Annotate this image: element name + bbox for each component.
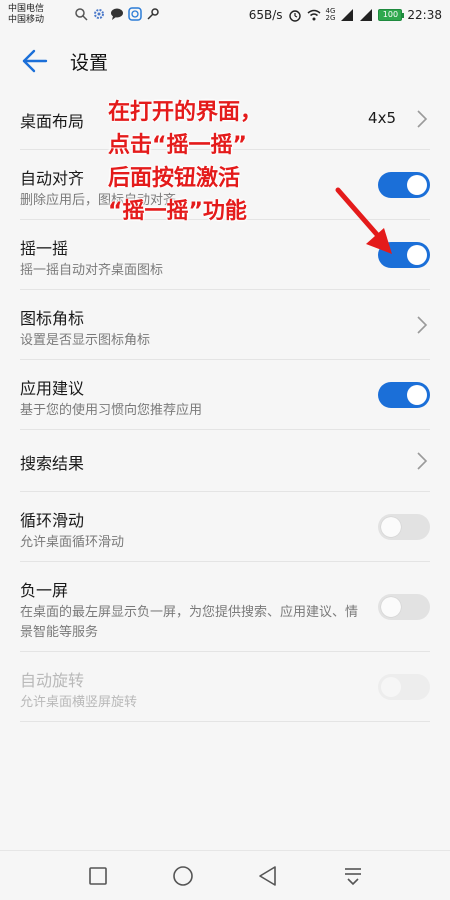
annotation-line: 后面按钮激活: [108, 166, 241, 191]
battery-indicator: 100: [378, 9, 405, 21]
carrier-2: 中国移动: [8, 15, 45, 25]
key-icon: [147, 8, 159, 20]
setting-title: 桌面布局: [20, 112, 85, 131]
browser-icon: [128, 7, 142, 21]
notification-icons: [74, 7, 160, 21]
setting-icon-badge[interactable]: 图标角标 设置是否显示图标角标: [20, 290, 430, 360]
gear-icon: [94, 9, 104, 19]
network-speed: 65B/s: [248, 8, 283, 22]
chat-icon: [111, 8, 123, 20]
toggle-knob: [407, 384, 427, 405]
alarm-icon: [288, 10, 301, 22]
toggle-knob: [381, 596, 401, 617]
back-arrow-icon[interactable]: [20, 46, 50, 76]
notification-pulldown-icon[interactable]: [340, 863, 366, 889]
setting-title: 搜索结果: [20, 454, 85, 473]
setting-subtitle: 允许桌面循环滑动: [20, 535, 125, 550]
setting-subtitle: 允许桌面横竖屏旋转: [20, 695, 138, 710]
setting-value: 4x5: [368, 109, 396, 127]
signal-icon-2: [360, 9, 373, 21]
setting-title: 自动对齐: [20, 169, 85, 188]
setting-title: 摇一摇: [20, 239, 69, 258]
setting-title: 应用建议: [20, 379, 85, 398]
setting-subtitle: 在桌面的最左屏显示负一屏，为您提供搜索、应用建议、情景智能等服务: [20, 605, 359, 640]
toggle-knob: [381, 516, 401, 537]
back-icon[interactable]: [255, 863, 281, 889]
setting-title: 图标角标: [20, 309, 85, 328]
setting-title: 循环滑动: [20, 511, 85, 530]
setting-loop-scroll[interactable]: 循环滑动 允许桌面循环滑动: [20, 492, 430, 562]
chevron-right-icon: [417, 315, 428, 334]
red-arrow-icon: [335, 187, 392, 254]
annotation-line: 在打开的界面，: [108, 100, 263, 125]
toggle-knob: [407, 244, 427, 265]
setting-title: 负一屏: [20, 581, 69, 600]
setting-title: 自动旋转: [20, 671, 85, 690]
setting-search-results[interactable]: 搜索结果: [20, 430, 430, 492]
app-suggestions-toggle[interactable]: [378, 381, 430, 408]
tutorial-annotation: 在打开的界面， 点击“摇一摇” 后面按钮激活 “摇一摇”功能: [108, 96, 348, 228]
network-type-bottom: 2G: [325, 14, 336, 22]
home-icon[interactable]: [170, 863, 196, 889]
network-type-label: 4G 2G: [326, 8, 336, 22]
minus-one-screen-toggle[interactable]: [378, 593, 430, 620]
setting-subtitle: 摇一摇自动对齐桌面图标: [20, 263, 164, 278]
signal-icon: [341, 9, 354, 21]
status-bar: 中国电信 中国移动 65B/s 4G 2G 100 22:38: [0, 0, 450, 36]
loop-scroll-toggle[interactable]: [378, 513, 430, 540]
system-nav-bar: [0, 850, 450, 900]
annotation-line: “摇一摇”功能: [108, 199, 247, 224]
clock: 22:38: [407, 8, 442, 22]
wifi-icon: [307, 9, 320, 21]
auto-rotate-toggle: [378, 673, 430, 700]
recent-apps-icon[interactable]: [85, 863, 111, 889]
search-icon: [75, 8, 88, 21]
toggle-knob: [381, 676, 401, 697]
setting-auto-rotate: 自动旋转 允许桌面横竖屏旋转: [20, 652, 430, 722]
page-title: 设置: [70, 51, 109, 74]
status-right: 65B/s 4G 2G 100 22:38: [248, 8, 442, 23]
setting-app-suggestions[interactable]: 应用建议 基于您的使用习惯向您推荐应用: [20, 360, 430, 430]
carrier-labels: 中国电信 中国移动: [8, 4, 44, 26]
chevron-right-icon: [417, 451, 428, 470]
chevron-right-icon: [417, 109, 428, 128]
setting-minus-one-screen[interactable]: 负一屏 在桌面的最左屏显示负一屏，为您提供搜索、应用建议、情景智能等服务: [20, 562, 430, 652]
setting-subtitle: 设置是否显示图标角标: [20, 333, 151, 348]
toggle-knob: [407, 174, 427, 195]
carrier-1: 中国电信: [8, 4, 45, 14]
setting-subtitle: 基于您的使用习惯向您推荐应用: [20, 403, 203, 418]
app-bar: 设置: [0, 36, 450, 86]
annotation-line: 点击“摇一摇”: [108, 133, 247, 158]
